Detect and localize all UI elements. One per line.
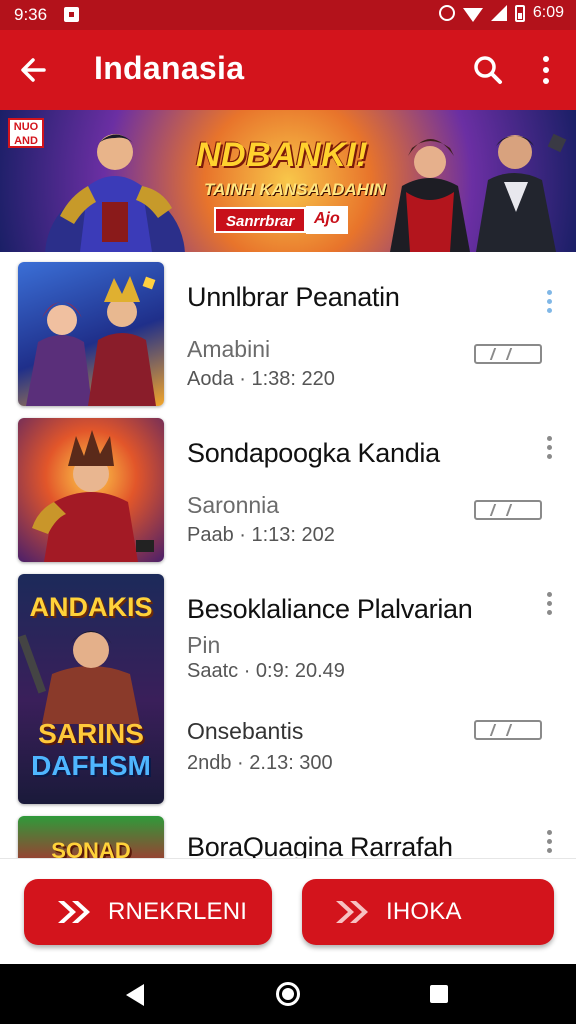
banner-tag-secondary: Ajo [306, 206, 348, 234]
item-subtitle: Saronnia [187, 492, 280, 518]
thumbnail-title-bot: DAFHSM [31, 750, 151, 781]
rating-badge [474, 720, 542, 740]
hero-duo-illustration [390, 133, 567, 252]
status-bar: 9:36 6:09 [0, 0, 576, 30]
battery-icon [514, 4, 525, 22]
search-icon [474, 56, 502, 84]
bottom-action-bar: RNEKRLENI IHOKA [0, 858, 576, 964]
arrow-left-icon [21, 58, 46, 82]
game-thumbnail [18, 418, 164, 562]
game-thumbnail [18, 262, 164, 406]
signal-icon [490, 5, 507, 21]
banner-logo: NUO AND [8, 118, 44, 148]
item-title: BoraQuagina Rarrafah [187, 832, 453, 858]
list-item[interactable]: SONAD BoraQuagina Rarrafah [0, 816, 576, 858]
promo-banner[interactable]: NUO AND NDBANKI! TAINH KANSAADAHIN Sanrr… [0, 110, 576, 252]
game-list: Unnlbrar Peanatin Amabini Aoda · 1:38: 2… [0, 252, 576, 858]
more-vert-icon [543, 56, 549, 84]
item-secondary-title: Onsebantis [187, 718, 304, 744]
item-details: Aoda · 1:38: 220 [187, 368, 335, 390]
thumbnail-title-top: SONAD [51, 838, 131, 858]
secondary-action-label: IHOKA [386, 898, 462, 925]
game-thumbnail: SONAD [18, 816, 164, 858]
item-subtitle: Pin [187, 632, 221, 658]
nav-home-icon[interactable] [276, 982, 300, 1006]
thumbnail-title-mid: SARINS [38, 718, 144, 749]
back-button[interactable] [14, 50, 54, 90]
game-thumbnail: ANDAKIS SARINS DAFHSM [18, 574, 164, 804]
thumbnail-title-top: ANDAKIS [29, 592, 153, 622]
overflow-menu-button[interactable] [530, 50, 562, 90]
banner-headline: NDBANKI! [196, 136, 369, 174]
rating-badge [474, 500, 542, 520]
double-chevron-right-icon [336, 901, 368, 923]
item-subtitle: Amabini [187, 336, 271, 362]
list-item[interactable]: Unnlbrar Peanatin Amabini Aoda · 1:38: 2… [0, 262, 576, 408]
item-menu-button[interactable] [540, 434, 560, 462]
list-item[interactable]: Sondapoogka Kandia Saronnia Paab · 1:13:… [0, 418, 576, 564]
notification-icon [64, 7, 79, 22]
item-title: Sondapoogka Kandia [187, 438, 440, 468]
item-secondary-details: 2ndb · 2.13: 300 [187, 752, 333, 774]
nav-back-icon[interactable] [126, 984, 144, 1006]
primary-action-button[interactable]: RNEKRLENI [24, 879, 272, 945]
rating-badge [474, 344, 542, 364]
banner-tag: Sanrrbrar [214, 207, 307, 233]
system-nav-bar [0, 964, 576, 1024]
list-item[interactable]: ANDAKIS SARINS DAFHSM Besoklaliance Plal… [0, 574, 576, 806]
item-details: Paab · 1:13: 202 [187, 524, 335, 546]
item-menu-button[interactable] [540, 590, 560, 618]
item-title: Besoklaliance Plalvarian [187, 594, 473, 624]
search-button[interactable] [468, 50, 508, 90]
app-bar: Indanasia [0, 30, 576, 110]
item-title: Unnlbrar Peanatin [187, 282, 400, 312]
double-chevron-right-icon [58, 901, 90, 923]
primary-action-label: RNEKRLENI [108, 898, 248, 925]
alarm-icon [438, 5, 455, 21]
status-icons: 6:09 [438, 4, 564, 22]
item-menu-button[interactable] [540, 828, 560, 856]
banner-subline: TAINH KANSAADAHIN [204, 180, 386, 199]
status-time: 9:36 [14, 5, 48, 24]
nav-recents-icon[interactable] [430, 985, 448, 1003]
item-menu-button[interactable] [540, 288, 560, 316]
wifi-icon [462, 8, 483, 22]
item-details: Saatc · 0:9: 20.49 [187, 660, 345, 682]
hero-thumbnail-art [26, 276, 156, 406]
secondary-action-button[interactable]: IHOKA [302, 879, 554, 945]
status-clock: 6:09 [532, 4, 564, 21]
hero-thumbnail-art [32, 430, 154, 562]
page-title: Indanasia [94, 50, 245, 86]
hero-warrior-illustration [45, 134, 185, 252]
